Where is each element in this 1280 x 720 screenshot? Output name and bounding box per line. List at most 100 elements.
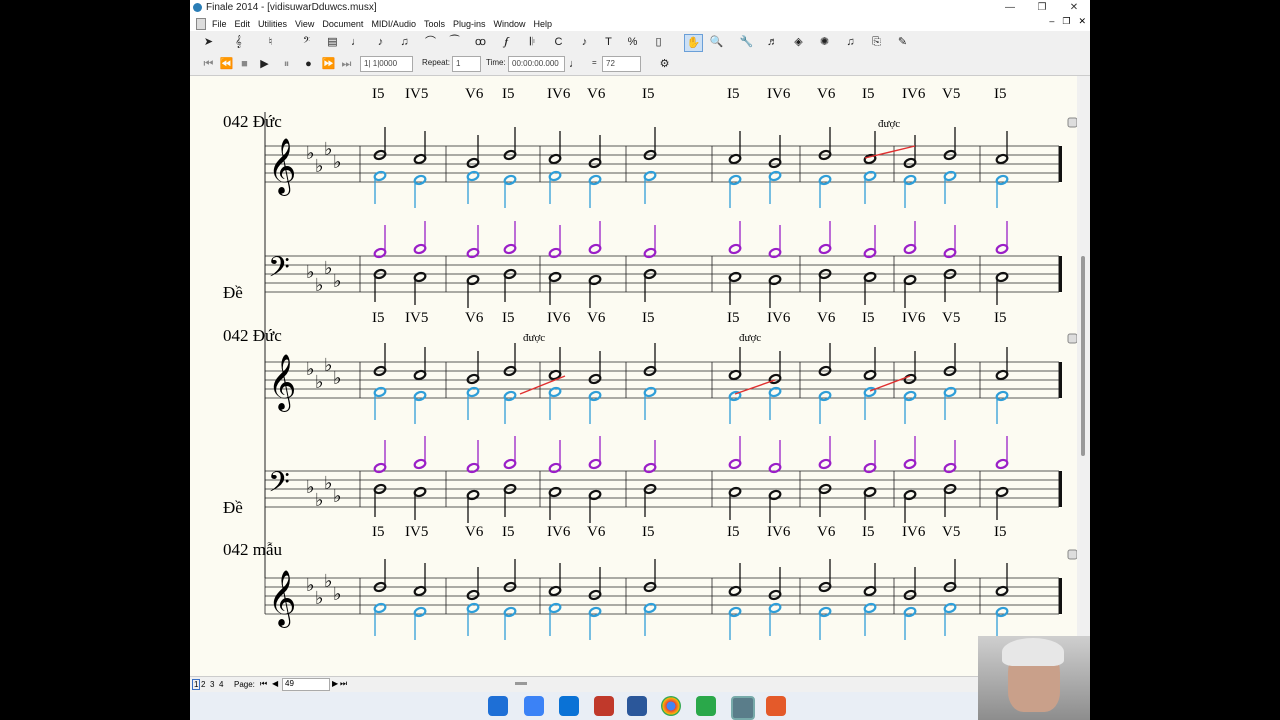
menu-plugins[interactable]: Plug-ins [449,19,490,29]
chord-tool-icon[interactable]: C [550,34,567,50]
finale-logo-icon [193,3,202,12]
page-tab-2[interactable]: 2 [201,680,205,689]
menu-view[interactable]: View [291,19,318,29]
chord-symbol: IV5 [405,310,428,326]
repeat-field[interactable]: 1 [452,56,481,72]
menu-midi-audio[interactable]: MIDI/Audio [367,19,420,29]
tuplet-tool-icon[interactable]: ⌒ [422,34,439,50]
treble-clef-icon: 𝄞 [268,571,296,628]
zalo-icon[interactable] [559,696,579,716]
pause-icon[interactable]: ⏸ [278,56,295,72]
first-page-icon[interactable]: ⏮ [260,679,267,689]
menu-edit[interactable]: Edit [231,19,255,29]
measure-tool-icon[interactable]: ▤ [324,34,341,50]
page-tab-4[interactable]: 4 [219,680,223,689]
chord-symbol: IV6 [902,524,926,540]
next-page-icon[interactable]: ▶ [332,679,338,688]
mdi-close-button[interactable]: ✕ [1078,16,1086,27]
graphics-tool-icon[interactable]: ✺ [816,34,833,50]
chord-symbol: I5 [372,86,385,102]
expression-tool-icon[interactable]: 𝆑 [498,34,515,50]
camtasia-icon[interactable] [696,696,716,716]
system-2-bass-label: Đề [223,498,243,517]
menu-file[interactable]: File [208,19,231,29]
minimize-button[interactable]: — [994,0,1026,16]
rewind-icon[interactable]: ⏪ [218,56,235,72]
rewind-start-icon[interactable]: ⏮ [200,56,217,72]
tempo-note-icon[interactable]: ♩ [566,56,583,72]
maximize-button[interactable]: ❐ [1026,0,1058,16]
midi-tool-icon[interactable]: ◈ [790,34,807,50]
system-2-chord-row: I5 IV5 V6 I5 IV6 V6 I5 I5 IV6 V6 I5 IV6 V5 I5 [372,524,1007,540]
flat-icon: ♭ [306,262,315,282]
tuning-tool-icon[interactable]: ✎ [894,34,911,50]
page-number-field[interactable]: 49 [282,678,330,691]
system-3: 𝄞 ♭ ♭ ♭ ♭ [264,112,1077,640]
horizontal-scroll-thumb[interactable] [515,682,527,685]
menu-document[interactable]: Document [318,19,367,29]
measure-counter-field[interactable]: 1| 1|0000 [360,56,413,72]
close-button[interactable]: ✕ [1058,0,1090,16]
prev-page-icon[interactable]: ◀ [272,679,278,688]
mdi-restore-button[interactable]: ❐ [1062,16,1070,27]
flat-icon: ♭ [333,368,342,388]
finale-taskbar-icon[interactable] [731,696,755,720]
simple-entry-icon[interactable]: ♮ [262,34,279,50]
last-page-icon[interactable]: ⏭ [340,679,347,689]
play-icon[interactable]: ▶ [256,56,273,72]
system-3-title: 042 mẫu [223,540,283,559]
vertical-scrollbar[interactable] [1077,76,1090,676]
chord-symbol: I5 [372,310,385,326]
menu-tools[interactable]: Tools [420,19,449,29]
score-canvas[interactable]: I5 IV5 V6 I5 IV6 V6 I5 I5 IV6 V6 I5 IV6 V5 I5 042 Đức… [190,76,1077,676]
ossia-tool-icon[interactable]: ♫ [842,34,859,50]
file-explorer-icon[interactable] [524,696,544,716]
presenter-hair [1002,638,1064,666]
chord-symbol: I5 [862,86,875,102]
musescore-icon[interactable] [594,696,614,716]
time-field[interactable]: 00:00:00.000 [508,56,565,72]
selection-tool-icon[interactable]: ➤ [200,34,217,50]
lyrics-tool-icon[interactable]: ♪ [576,34,593,50]
resize-tool-icon[interactable]: % [624,34,641,50]
menu-utilities[interactable]: Utilities [254,19,291,29]
recorder-icon[interactable] [766,696,786,716]
menu-help[interactable]: Help [530,19,557,29]
chord-symbol: IV6 [547,524,571,540]
word-icon[interactable] [627,696,647,716]
special-tools-icon[interactable]: 🔧 [738,34,755,50]
clef-tool-icon[interactable]: 𝄢 [298,34,315,50]
mdi-minimize-button[interactable]: – [1049,16,1054,27]
note-tool-icon[interactable]: ♩ [348,34,365,50]
chord-symbol: I5 [727,524,740,540]
flat-icon: ♭ [306,143,315,163]
hand-grabber-icon[interactable]: ✋ [684,34,703,52]
stop-icon[interactable]: ■ [236,56,253,72]
text-tool-icon[interactable]: T [600,34,617,50]
playback-settings-icon[interactable]: ⚙ [656,56,673,72]
red-connector [864,145,916,159]
chrome-icon[interactable] [661,696,681,716]
document-tool-icon[interactable]: ⎘ [868,34,885,50]
smart-shape-icon[interactable]: ⁀ [446,34,463,50]
tempo-field[interactable]: 72 [602,56,641,72]
start-icon[interactable] [488,696,508,716]
menu-window[interactable]: Window [490,19,530,29]
zoom-tool-icon[interactable]: 🔍 [708,34,725,50]
flat-icon: ♭ [324,473,333,493]
chord-symbol: V6 [465,310,484,326]
eighth-note-icon[interactable]: ♪ [372,34,389,50]
system-1-annotation: được [878,118,900,130]
record-icon[interactable]: ● [300,56,317,72]
speedy-entry-icon[interactable]: ♫ [396,34,413,50]
staff-tool-icon[interactable]: 𝄞 [230,34,247,50]
fast-forward-icon[interactable]: ⏩ [320,56,337,72]
page-tab-1[interactable]: 1 [192,679,201,690]
mirror-tool-icon[interactable]: ♬ [764,34,781,50]
final-barline [1059,146,1062,182]
forward-end-icon[interactable]: ⏭ [338,56,355,72]
articulation-icon[interactable]: ꝏ [472,34,489,50]
page-layout-icon[interactable]: ▯ [650,34,667,50]
page-tab-3[interactable]: 3 [210,680,214,689]
repeat-tool-icon[interactable]: 𝄆 [524,34,541,50]
